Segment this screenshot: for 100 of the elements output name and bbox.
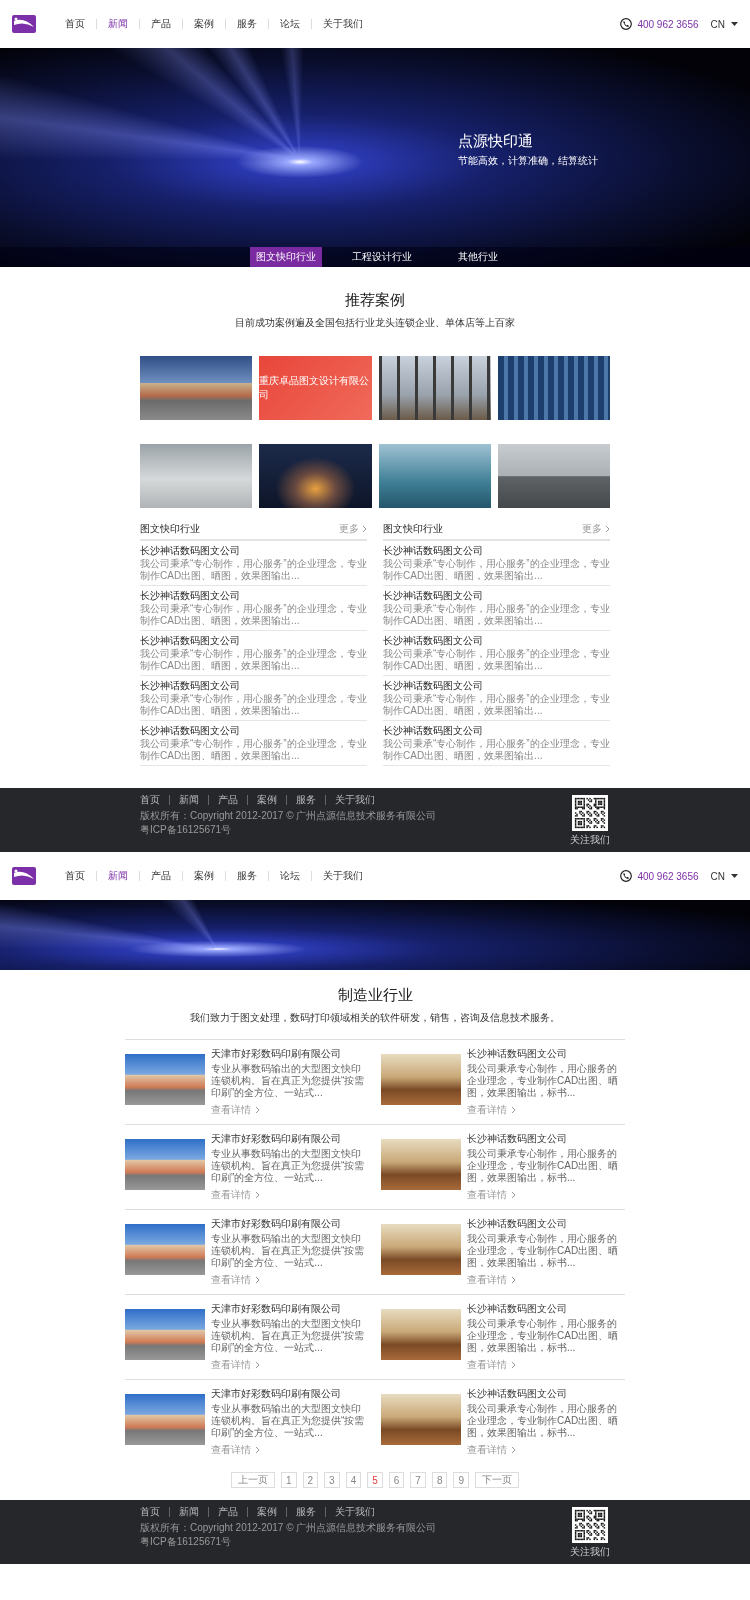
nav-link[interactable]: 关于我们 <box>311 19 374 29</box>
footer-link[interactable]: 服务 <box>286 1507 325 1517</box>
news-title-link[interactable]: 长沙神话数码图文公司 <box>140 545 367 557</box>
chevron-icon <box>511 1361 516 1369</box>
footer-link[interactable]: 案例 <box>247 1507 286 1517</box>
company-title-link[interactable]: 长沙神话数码图文公司 <box>467 1133 625 1145</box>
section-title: 制造业行业 <box>336 986 414 1005</box>
nav-link[interactable]: 新闻 <box>96 871 139 881</box>
news-summary: 我公司秉承“专心制作，用心服务”的企业理念，专业制作CAD出图、晒图，效果图输出... <box>383 738 610 762</box>
company-title-link[interactable]: 长沙神话数码图文公司 <box>467 1218 625 1230</box>
industry-tab[interactable]: 图文快印行业 <box>250 247 322 267</box>
photo-placeholder[interactable] <box>378 444 491 508</box>
prev-page-button[interactable]: 上一页 <box>230 1472 275 1488</box>
news-title-link[interactable]: 长沙神话数码图文公司 <box>140 680 367 692</box>
footer-link[interactable]: 服务 <box>286 795 325 805</box>
news-title-link[interactable]: 长沙神话数码图文公司 <box>140 590 367 602</box>
qr-caption: 关注我们 <box>570 833 610 847</box>
caption-tile[interactable]: 重庆卓品图文设计有限公司 <box>259 356 372 420</box>
photo-placeholder[interactable] <box>378 356 491 420</box>
news-title-link[interactable]: 长沙神话数码图文公司 <box>383 635 610 647</box>
industry-tab[interactable]: 其他行业 <box>442 247 514 267</box>
nav-link[interactable]: 产品 <box>139 871 182 881</box>
company-summary: 我公司秉承专心制作，用心服务的企业理念，专业制作CAD出图、晒图，效果图输出，标书... <box>467 1233 620 1269</box>
news-title-link[interactable]: 长沙神话数码图文公司 <box>383 725 610 737</box>
copyright-text: 版权所有：Copyright 2012-2017 © 广州点源信息技术服务有限公司 <box>140 810 437 821</box>
language-selector[interactable]: CN <box>710 18 725 30</box>
company-title-link[interactable]: 天津市好彩数码印刷有限公司 <box>211 1388 369 1400</box>
photo-placeholder[interactable] <box>259 444 372 508</box>
news-title-link[interactable]: 长沙神话数码图文公司 <box>140 635 367 647</box>
tile-caption: 重庆卓品图文设计有限公司 <box>259 374 371 402</box>
chevron-icon <box>511 1191 516 1199</box>
company-title-link[interactable]: 天津市好彩数码印刷有限公司 <box>211 1133 369 1145</box>
page-button[interactable]: 1 <box>280 1472 297 1488</box>
news-summary: 我公司秉承“专心制作，用心服务”的企业理念，专业制作CAD出图、晒图，效果图输出... <box>140 738 367 762</box>
company-title-link[interactable]: 长沙神话数码图文公司 <box>467 1388 625 1400</box>
phone-icon <box>620 870 633 882</box>
hero-subtitle: 节能高效，计算准确，结算统计 <box>458 154 598 168</box>
photo-placeholder[interactable] <box>381 1394 461 1445</box>
industry-tab[interactable]: 工程设计行业 <box>346 247 418 267</box>
nav-link[interactable]: 产品 <box>139 19 182 29</box>
footer-link[interactable]: 新闻 <box>169 795 208 805</box>
icp-license-text: 粤ICP备16125671号 <box>140 1536 233 1547</box>
footer-link[interactable]: 关于我们 <box>325 795 384 805</box>
page-button[interactable]: 9 <box>453 1472 470 1488</box>
company-title-link[interactable]: 天津市好彩数码印刷有限公司 <box>211 1048 369 1060</box>
chevron-icon <box>255 1361 260 1369</box>
footer-link[interactable]: 首页 <box>140 1507 169 1517</box>
company-title-link[interactable]: 长沙神话数码图文公司 <box>467 1303 625 1315</box>
caret-icon <box>731 22 738 26</box>
chevron-icon <box>255 1191 260 1199</box>
language-selector[interactable]: CN <box>710 870 725 882</box>
nav-link[interactable]: 案例 <box>182 871 225 881</box>
nav-link[interactable]: 新闻 <box>96 19 139 29</box>
footer-link[interactable]: 产品 <box>208 1507 247 1517</box>
qr-caption: 关注我们 <box>570 1545 610 1559</box>
company-summary: 专业从事数码输出的大型图文快印连锁机构。旨在真正为您提供“按需印刷”的全方位、一站式... <box>211 1148 366 1184</box>
photo-placeholder[interactable] <box>381 1054 461 1105</box>
company-title-link[interactable]: 天津市好彩数码印刷有限公司 <box>211 1303 369 1315</box>
photo-placeholder[interactable] <box>140 356 253 420</box>
footer-link[interactable]: 案例 <box>247 795 286 805</box>
company-summary: 我公司秉承专心制作，用心服务的企业理念，专业制作CAD出图、晒图，效果图输出，标书... <box>467 1148 620 1184</box>
page-button[interactable]: 4 <box>345 1472 362 1488</box>
photo-placeholder[interactable] <box>381 1309 461 1360</box>
photo-placeholder[interactable] <box>381 1224 461 1275</box>
photo-placeholder[interactable] <box>381 1139 461 1190</box>
company-title-link[interactable]: 长沙神话数码图文公司 <box>467 1048 625 1060</box>
nav-link[interactable]: 首页 <box>54 871 96 881</box>
footer-link[interactable]: 新闻 <box>169 1507 208 1517</box>
nav-link[interactable]: 服务 <box>225 19 268 29</box>
nav-link[interactable]: 关于我们 <box>311 871 374 881</box>
next-page-button[interactable]: 下一页 <box>475 1472 520 1488</box>
news-title-link[interactable]: 长沙神话数码图文公司 <box>383 545 610 557</box>
chevron-icon <box>255 1106 260 1114</box>
news-summary: 我公司秉承“专心制作，用心服务”的企业理念，专业制作CAD出图、晒图，效果图输出... <box>383 693 610 717</box>
footer-link[interactable]: 首页 <box>140 795 169 805</box>
hero-title: 点源快印通 <box>458 132 533 151</box>
page-button[interactable]: 8 <box>431 1472 448 1488</box>
column-title: 图文快印行业 <box>140 522 200 536</box>
nav-link[interactable]: 首页 <box>54 19 96 29</box>
news-summary: 我公司秉承“专心制作，用心服务”的企业理念，专业制作CAD出图、晒图，效果图输出... <box>383 648 610 672</box>
company-title-link[interactable]: 天津市好彩数码印刷有限公司 <box>211 1218 369 1230</box>
nav-link[interactable]: 服务 <box>225 871 268 881</box>
news-summary: 我公司秉承“专心制作，用心服务”的企业理念，专业制作CAD出图、晒图，效果图输出... <box>140 693 367 717</box>
column-title: 图文快印行业 <box>383 522 443 536</box>
news-title-link[interactable]: 长沙神话数码图文公司 <box>383 680 610 692</box>
footer-link[interactable]: 产品 <box>208 795 247 805</box>
page-button[interactable]: 7 <box>410 1472 426 1488</box>
nav-link[interactable]: 论坛 <box>268 19 311 29</box>
news-title-link[interactable]: 长沙神话数码图文公司 <box>140 725 367 737</box>
nav-link[interactable]: 案例 <box>182 19 225 29</box>
page-button[interactable]: 5 <box>367 1472 383 1488</box>
page-button[interactable]: 2 <box>302 1472 319 1488</box>
company-summary: 我公司秉承专心制作，用心服务的企业理念，专业制作CAD出图、晒图，效果图输出，标书... <box>467 1403 620 1439</box>
footer-link[interactable]: 关于我们 <box>325 1507 384 1517</box>
nav-link[interactable]: 论坛 <box>268 871 311 881</box>
qr-code <box>572 1507 608 1543</box>
photo-placeholder[interactable] <box>497 444 610 508</box>
page-button[interactable]: 6 <box>388 1472 405 1488</box>
page-button[interactable]: 3 <box>324 1472 340 1488</box>
news-title-link[interactable]: 长沙神话数码图文公司 <box>383 590 610 602</box>
